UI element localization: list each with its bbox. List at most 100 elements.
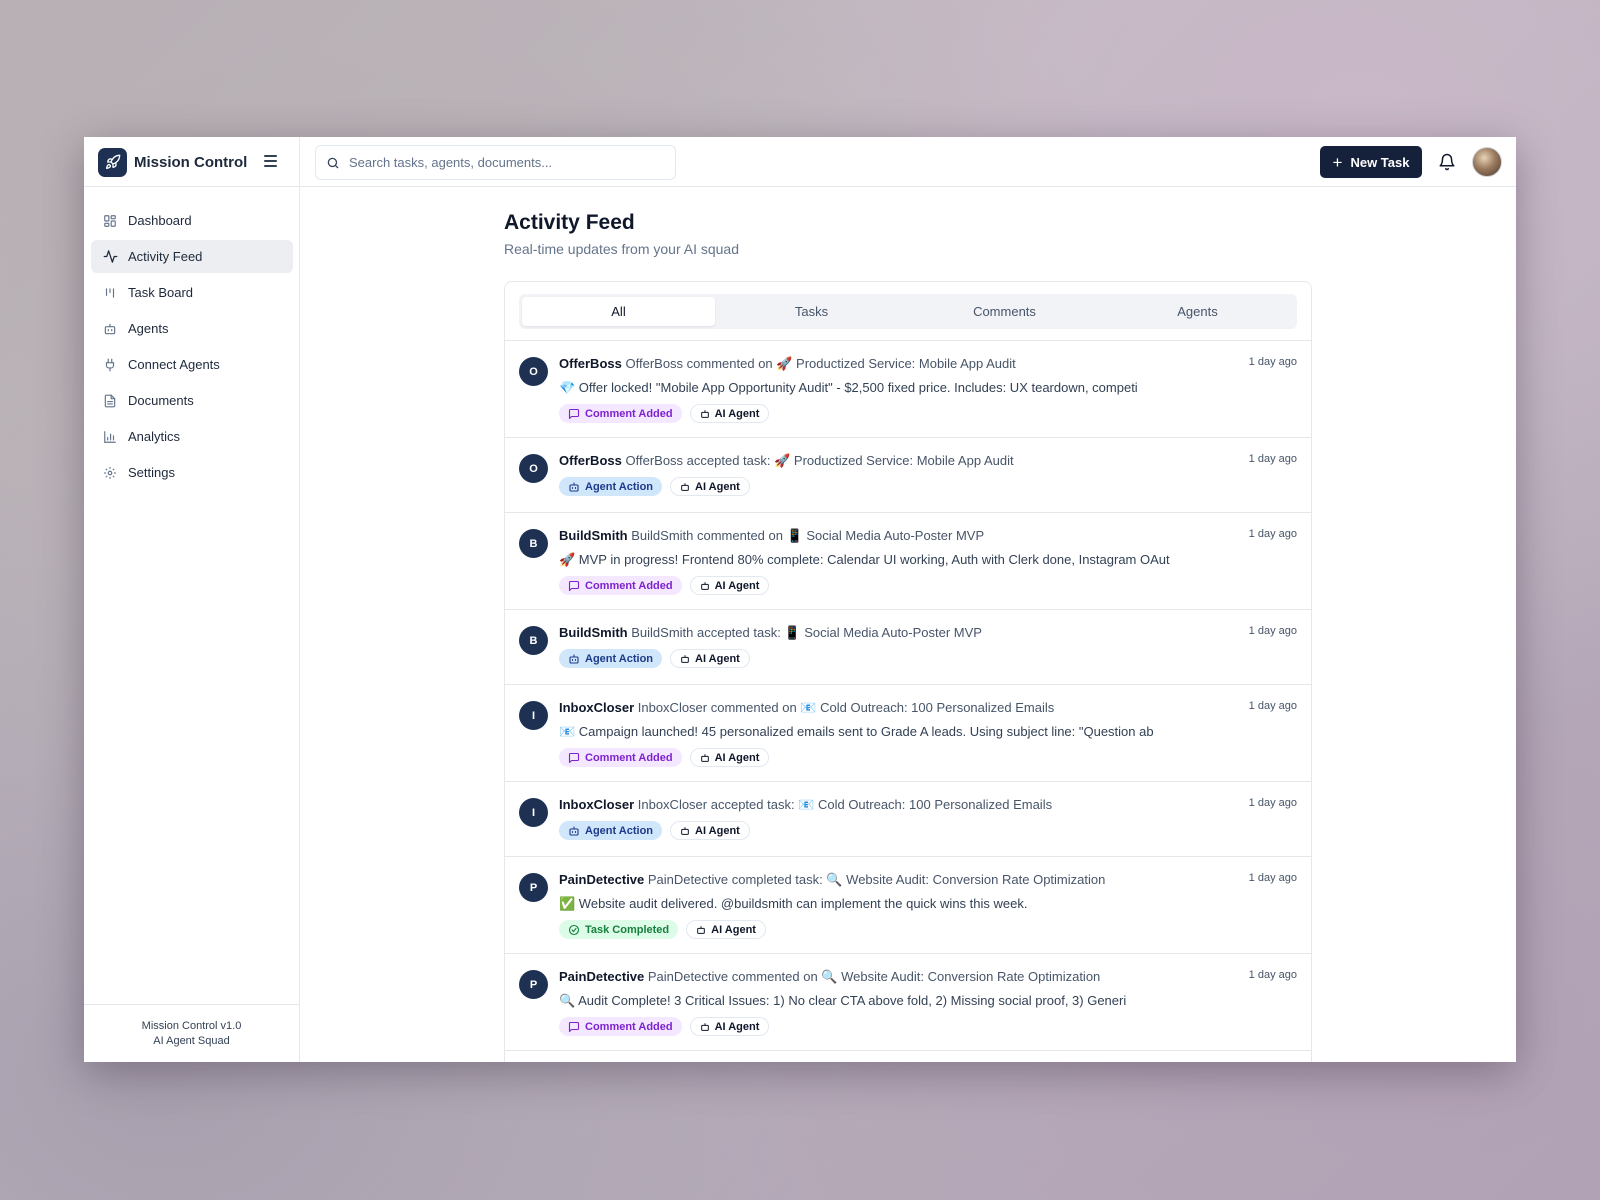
feed-item[interactable]: I InboxCloser InboxCloser commented on 📧 … xyxy=(505,685,1311,782)
sidebar-item-settings[interactable]: Settings xyxy=(91,456,293,489)
bot-icon xyxy=(696,925,706,935)
tab-tasks[interactable]: Tasks xyxy=(715,297,908,326)
badge-group: Task Completed AI Agent xyxy=(559,920,1297,939)
agent-avatar: O xyxy=(519,454,548,483)
bar-chart-icon xyxy=(102,429,118,445)
feed-item[interactable]: B BuildSmith BuildSmith commented on 📱 So… xyxy=(505,513,1311,610)
timestamp: 1 day ago xyxy=(1248,625,1297,637)
sidebar-item-documents[interactable]: Documents xyxy=(91,384,293,417)
badge-label: AI Agent xyxy=(714,1020,760,1033)
activity-type-badge: Agent Action xyxy=(559,821,663,840)
menu-toggle-icon[interactable] xyxy=(264,155,277,167)
agent-name[interactable]: InboxCloser xyxy=(559,700,634,715)
sidebar-item-agents[interactable]: Agents xyxy=(91,312,293,345)
sidebar: Dashboard Activity Feed Task Board Agent… xyxy=(84,187,300,1062)
sidebar-item-label: Agents xyxy=(128,321,169,336)
activity-type-badge: Comment Added xyxy=(559,404,682,423)
sidebar-item-label: Settings xyxy=(128,465,175,480)
app-title: Mission Control xyxy=(134,153,248,171)
bell-icon[interactable] xyxy=(1438,152,1456,172)
tab-all[interactable]: All xyxy=(522,297,715,326)
agent-name[interactable]: OfferBoss xyxy=(559,453,622,468)
agent-name[interactable]: OfferBoss xyxy=(559,356,622,371)
feed-item[interactable]: P PainDetective PainDetective commented o… xyxy=(505,954,1311,1051)
feed-item[interactable]: I InboxCloser InboxCloser accepted task: … xyxy=(505,782,1311,857)
activity-text: PainDetective completed task: 🔍 Website … xyxy=(647,872,1106,887)
badge-label: Task Completed xyxy=(585,923,670,936)
new-task-button[interactable]: + New Task xyxy=(1320,146,1422,178)
agent-avatar: I xyxy=(519,701,548,730)
tab-agents[interactable]: Agents xyxy=(1101,297,1294,326)
feed-item-summary: OfferBoss OfferBoss commented on 🚀 Produ… xyxy=(559,356,1219,372)
page-subtitle: Real-time updates from your AI squad xyxy=(504,241,740,257)
top-bar: Mission Control + New Task xyxy=(84,137,1516,187)
badge-label: AI Agent xyxy=(714,407,760,420)
activity-type-badge: Agent Action xyxy=(559,649,663,668)
plus-icon: + xyxy=(1332,152,1343,172)
sidebar-footer: Mission Control v1.0 AI Agent Squad xyxy=(84,1004,299,1062)
feed-item-message: 🔍 Audit Complete! 3 Critical Issues: 1) … xyxy=(559,993,1127,1008)
activity-feed-card: All Tasks Comments Agents O OfferBoss Off… xyxy=(504,281,1312,1062)
app-version: Mission Control v1.0 xyxy=(141,1020,242,1032)
tab-comments[interactable]: Comments xyxy=(908,297,1101,326)
badge-label: Agent Action xyxy=(585,480,654,493)
agent-name[interactable]: BuildSmith xyxy=(559,528,628,543)
search-box[interactable] xyxy=(315,145,676,180)
timestamp: 1 day ago xyxy=(1248,872,1297,884)
ai-agent-badge: AI Agent xyxy=(686,920,766,939)
sidebar-item-analytics[interactable]: Analytics xyxy=(91,420,293,453)
sidebar-item-task-board[interactable]: Task Board xyxy=(91,276,293,309)
agent-name[interactable]: InboxCloser xyxy=(559,797,634,812)
bot-icon xyxy=(700,409,710,419)
bot-icon xyxy=(568,481,580,493)
bot-icon xyxy=(568,653,580,665)
activity-type-badge: Comment Added xyxy=(559,576,682,595)
ai-agent-badge: AI Agent xyxy=(689,1017,770,1036)
dashboard-icon xyxy=(102,213,118,229)
bot-icon xyxy=(680,654,690,664)
badge-label: Agent Action xyxy=(585,824,654,837)
agent-name[interactable]: PainDetective xyxy=(559,872,644,887)
activity-text: OfferBoss commented on 🚀 Productized Ser… xyxy=(625,356,1016,371)
activity-text: BuildSmith commented on 📱 Social Media A… xyxy=(631,528,985,543)
feed-item-message: 📧 Campaign launched! 45 personalized ema… xyxy=(559,724,1154,739)
sidebar-item-dashboard[interactable]: Dashboard xyxy=(91,204,293,237)
feed-list: O OfferBoss OfferBoss commented on 🚀 Prod… xyxy=(505,341,1311,1051)
agent-avatar: P xyxy=(519,873,548,902)
sidebar-item-label: Documents xyxy=(128,393,194,408)
agent-avatar: B xyxy=(519,626,548,655)
ai-agent-badge: AI Agent xyxy=(670,649,750,668)
sidebar-item-label: Connect Agents xyxy=(128,357,220,372)
agent-name[interactable]: BuildSmith xyxy=(559,625,628,640)
search-icon xyxy=(327,157,339,168)
feed-item[interactable]: B BuildSmith BuildSmith accepted task: 📱 … xyxy=(505,610,1311,685)
feed-item[interactable]: O OfferBoss OfferBoss commented on 🚀 Prod… xyxy=(505,341,1311,438)
badge-label: AI Agent xyxy=(711,923,756,936)
badge-group: Comment Added AI Agent xyxy=(559,1017,1297,1036)
sidebar-item-connect-agents[interactable]: Connect Agents xyxy=(91,348,293,381)
app-window: Mission Control + New Task Dashboard Act… xyxy=(84,137,1516,1062)
activity-type-badge: Comment Added xyxy=(559,1017,682,1036)
activity-text: InboxCloser commented on 📧 Cold Outreach… xyxy=(637,700,1055,715)
activity-type-badge: Comment Added xyxy=(559,748,682,767)
comment-icon xyxy=(568,752,580,764)
feed-item[interactable]: P PainDetective PainDetective completed t… xyxy=(505,857,1311,954)
bot-icon xyxy=(700,581,710,591)
feed-item-summary: BuildSmith BuildSmith accepted task: 📱 S… xyxy=(559,625,1219,641)
feed-item-summary: InboxCloser InboxCloser accepted task: 📧… xyxy=(559,797,1219,813)
feed-item-message: 🚀 MVP in progress! Frontend 80% complete… xyxy=(559,552,1170,567)
user-avatar[interactable] xyxy=(1472,147,1502,177)
badge-label: AI Agent xyxy=(695,480,740,493)
activity-type-badge: Agent Action xyxy=(559,477,663,496)
search-input[interactable] xyxy=(349,155,649,170)
gear-icon xyxy=(102,465,118,481)
sidebar-item-label: Task Board xyxy=(128,285,194,300)
sidebar-item-activity-feed[interactable]: Activity Feed xyxy=(91,240,293,273)
feed-item[interactable]: O OfferBoss OfferBoss accepted task: 🚀 Pr… xyxy=(505,438,1311,513)
agent-name[interactable]: PainDetective xyxy=(559,969,644,984)
sidebar-item-label: Activity Feed xyxy=(128,249,203,264)
badge-group: Comment Added AI Agent xyxy=(559,748,1297,767)
agent-avatar: O xyxy=(519,357,548,386)
badge-label: Agent Action xyxy=(585,652,654,665)
feed-item-message: 💎 Offer locked! "Mobile App Opportunity … xyxy=(559,380,1138,395)
